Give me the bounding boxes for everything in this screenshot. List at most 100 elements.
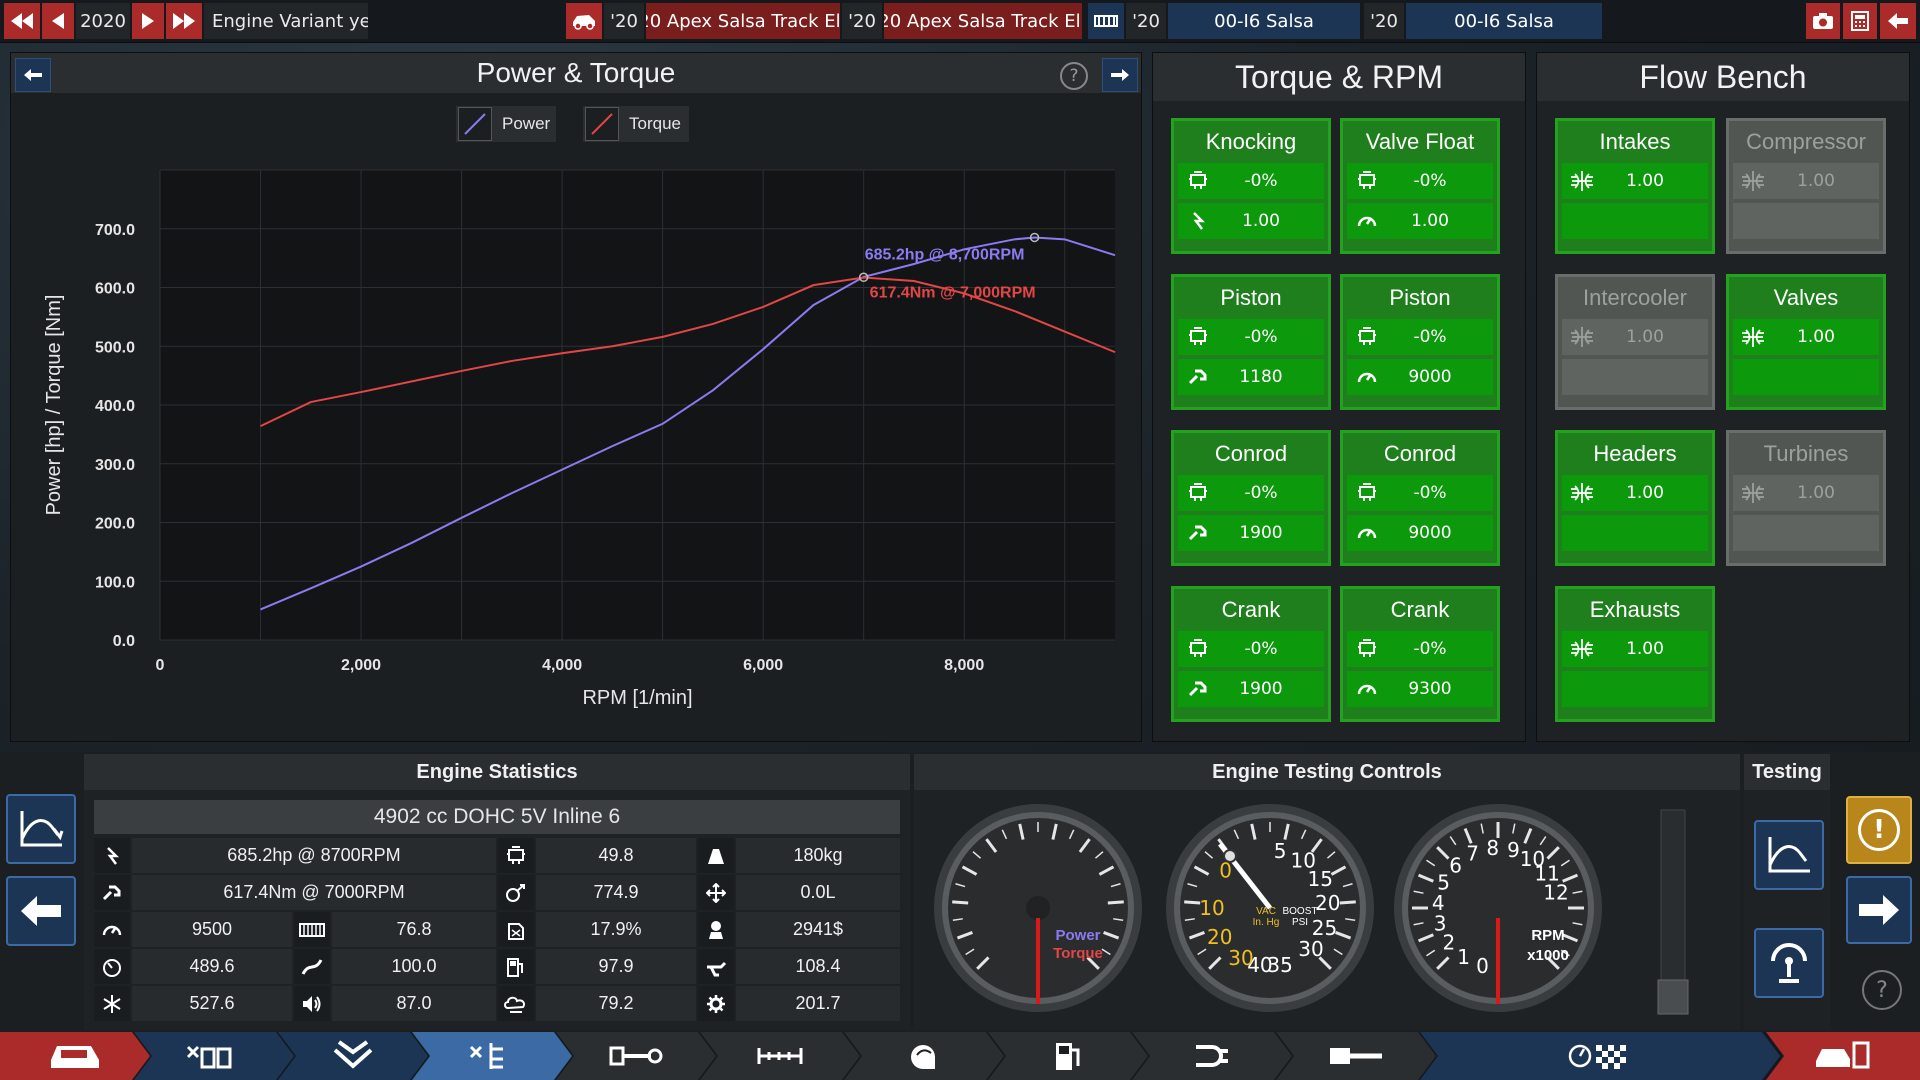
torque-rpm-card[interactable]: Crank -0% 9300 (1340, 586, 1500, 722)
bore-stroke-icon (755, 1044, 805, 1068)
card-row-empty (1733, 515, 1879, 551)
warning-button[interactable]: ! (1846, 796, 1912, 864)
engine2-selector[interactable]: 00-I6 Salsa (1406, 3, 1602, 39)
gauge2-label: 30 (1298, 937, 1323, 961)
card-row: 1.00 (1733, 319, 1879, 355)
engine-icon (1178, 319, 1218, 355)
next-year-button[interactable] (132, 3, 164, 39)
graph-toggle-button[interactable] (6, 794, 76, 864)
engine-icon (1178, 631, 1218, 667)
engine-icon (1178, 475, 1218, 511)
nav-tab-engine-tuning[interactable] (412, 1032, 572, 1080)
flow-bench-card[interactable]: Intercooler 1.00 (1555, 274, 1715, 410)
nav-tab-car-engine[interactable] (1766, 1032, 1920, 1080)
y-tick-label: 500.0 (95, 339, 135, 356)
back-button[interactable] (1880, 3, 1916, 39)
next-step-button[interactable] (1846, 876, 1912, 944)
gauge2-vac-unit: In. Hg (1253, 917, 1280, 928)
nav-tab-engine-block[interactable] (278, 1032, 428, 1080)
card-value: -0% (1413, 639, 1447, 659)
prev-icon (52, 13, 64, 29)
torque-rpm-card[interactable]: Valve Float -0% 1.00 (1340, 118, 1500, 254)
cooling-icon (94, 986, 130, 1021)
nav-tab-flow[interactable] (1276, 1032, 1436, 1080)
stat-value: 685.2hp @ 8700RPM (132, 838, 496, 873)
nav-tab-fuel[interactable] (988, 1032, 1148, 1080)
legend-power-label: Power (502, 114, 551, 133)
flow-bench-card[interactable]: Headers 1.00 (1555, 430, 1715, 566)
flow-icon (1733, 475, 1773, 511)
torque-rpm-card[interactable]: Conrod -0% 1900 (1171, 430, 1331, 566)
nav-tab-bore-stroke[interactable] (700, 1032, 860, 1080)
screenshot-button[interactable] (1806, 3, 1840, 39)
card-value: 1.00 (1797, 483, 1835, 503)
test-graph-button[interactable] (1754, 820, 1824, 890)
flow-bench-card[interactable]: Turbines 1.00 (1726, 430, 1886, 566)
torque-rpm-card[interactable]: Knocking -0% 1.00 (1171, 118, 1331, 254)
flow-bench-card[interactable]: Intakes 1.00 (1555, 118, 1715, 254)
torque-rpm-card[interactable]: Conrod -0% 9000 (1340, 430, 1500, 566)
torque-rpm-card[interactable]: Piston -0% 9000 (1340, 274, 1500, 410)
nav-tab-turbo[interactable] (844, 1032, 1004, 1080)
prev-chart-button[interactable] (15, 58, 51, 92)
card-row: 1900 (1178, 671, 1324, 707)
nav-tab-engine-family[interactable] (134, 1032, 294, 1080)
flow-bench-card[interactable]: Exhausts 1.00 (1555, 586, 1715, 722)
gear-settings-icon (698, 986, 734, 1021)
fuel-can-icon (498, 912, 534, 947)
legend-torque[interactable]: Torque (583, 106, 689, 142)
car1-selector[interactable]: '20 Apex Salsa Track Elit (646, 3, 840, 39)
torque-icon (1178, 671, 1218, 707)
first-year-button[interactable] (4, 3, 40, 39)
calculator-button[interactable] (1843, 3, 1877, 39)
flow-bench-card[interactable]: Compressor 1.00 (1726, 118, 1886, 254)
engine-icon (1347, 475, 1387, 511)
y-axis-label: Power [hp] / Torque [Nm] (43, 295, 65, 516)
gauge3-label: 1 (1457, 945, 1470, 969)
next-chart-button[interactable] (1102, 58, 1138, 92)
nav-tab-camshaft[interactable] (556, 1032, 716, 1080)
car2-year: '20 (842, 3, 882, 39)
card-value: 1.00 (1626, 327, 1664, 347)
back-nav-button[interactable] (6, 876, 76, 946)
dyno-button[interactable] (1754, 928, 1824, 998)
gauge3-label: 7 (1466, 842, 1479, 866)
engine-icon (1347, 319, 1387, 355)
gauge3-label: 3 (1434, 912, 1447, 936)
engine-icon (1347, 163, 1387, 199)
card-value: -0% (1244, 171, 1278, 191)
chart-help-button[interactable]: ? (1060, 62, 1088, 90)
torque-rpm-card[interactable]: Piston -0% 1180 (1171, 274, 1331, 410)
engine-icon (1347, 631, 1387, 667)
nav-tab-car[interactable] (0, 1032, 150, 1080)
turbo-icon (907, 1041, 941, 1071)
card-row: -0% (1178, 319, 1324, 355)
nav-tab-exhaust[interactable] (1132, 1032, 1292, 1080)
car2-selector[interactable]: '20 Apex Salsa Track Elit (884, 3, 1082, 39)
x-tick-label: 0 (156, 657, 165, 674)
gauge-tick (1107, 900, 1124, 905)
throttle-handle[interactable] (1657, 979, 1689, 1015)
boost-vacuum-gauge: 5 101520253035403020100 VAC In. Hg BOOST … (1166, 804, 1374, 1012)
prev-year-button[interactable] (42, 3, 74, 39)
gauge3-label: 5 (1437, 871, 1450, 895)
flow-icon (1562, 163, 1602, 199)
flow-icon (1562, 631, 1602, 667)
calculator-icon (1851, 11, 1869, 31)
card-title: Intercooler (1583, 285, 1687, 310)
card-title: Knocking (1205, 129, 1297, 154)
help-button[interactable]: ? (1862, 970, 1902, 1010)
torque-rpm-card[interactable]: Crank -0% 1900 (1171, 586, 1331, 722)
engine-compare-button[interactable] (1088, 3, 1124, 39)
last-year-button[interactable] (166, 3, 202, 39)
nav-tab-test[interactable] (1420, 1032, 1780, 1080)
card-title: Valves (1773, 285, 1839, 310)
card-value: -0% (1244, 327, 1278, 347)
engine1-selector[interactable]: 00-I6 Salsa (1168, 3, 1360, 39)
year-caption: Engine Variant year (204, 3, 368, 39)
card-row: 1.00 (1733, 475, 1879, 511)
engine-block-icon (1094, 15, 1118, 27)
car-compare-button[interactable] (566, 3, 602, 39)
legend-power[interactable]: Power (456, 106, 556, 142)
flow-bench-card[interactable]: Valves 1.00 (1726, 274, 1886, 410)
